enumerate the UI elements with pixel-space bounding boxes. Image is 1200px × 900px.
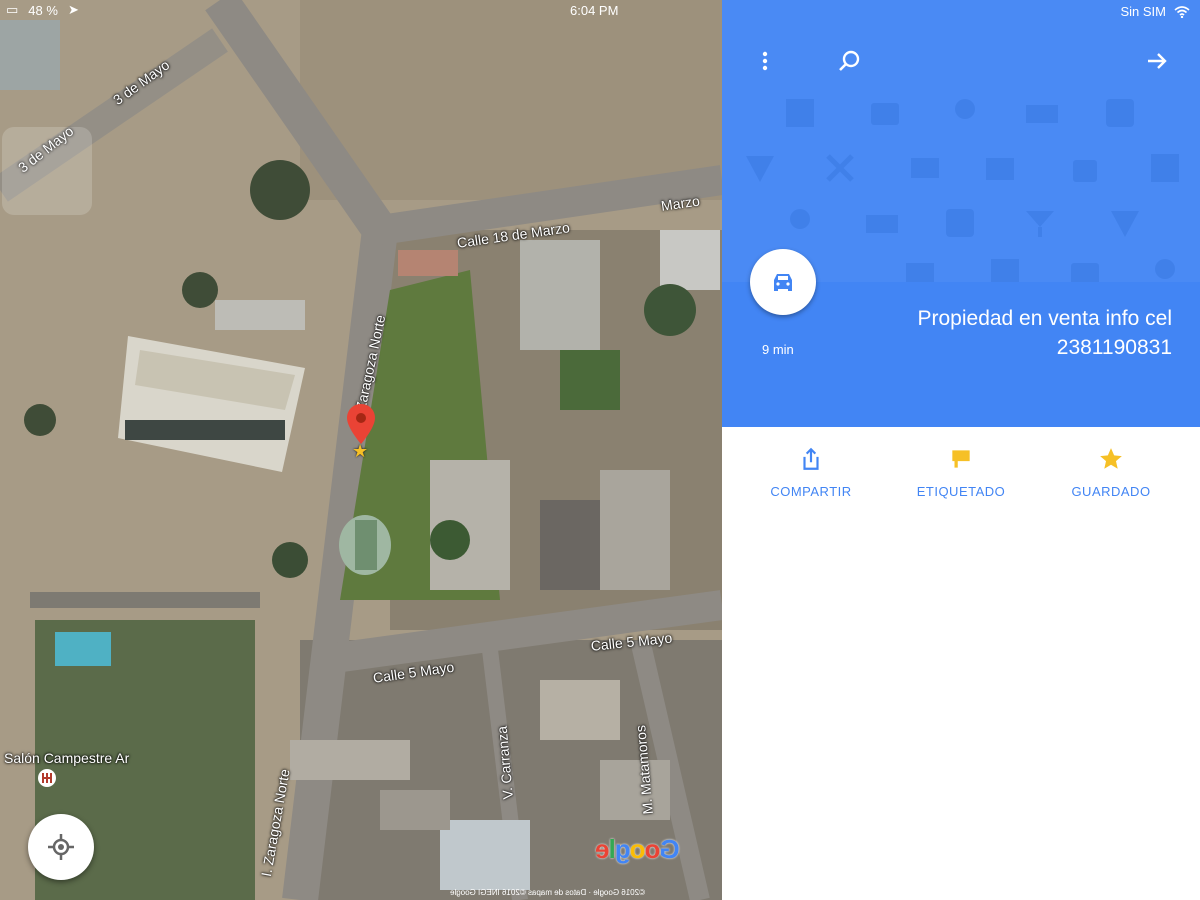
bar-icon <box>1026 211 1054 237</box>
saved-button[interactable]: GUARDADO <box>1056 446 1166 499</box>
cafe-icon <box>946 209 974 237</box>
directions-button[interactable] <box>750 249 816 315</box>
store-icon <box>986 158 1014 180</box>
more-options-button[interactable] <box>750 46 780 76</box>
film-icon <box>1151 154 1179 182</box>
car-icon <box>774 274 792 291</box>
more-vert-icon <box>762 51 768 71</box>
panel-header: Sin SIM <box>722 0 1200 282</box>
share-label: COMPARTIR <box>770 484 852 499</box>
poi-label[interactable]: Salón Campestre Ar <box>4 750 129 766</box>
carrier-label: Sin SIM <box>1120 4 1166 19</box>
camera-icon <box>871 103 899 125</box>
my-location-button[interactable] <box>28 814 94 880</box>
search-icon <box>839 50 860 71</box>
film-icon <box>786 99 814 127</box>
hotel-icon <box>866 215 898 233</box>
place-details-panel: Sin SIM 9 min Propiedad en venta info ce… <box>722 0 1200 900</box>
status-bar-left: ▭ 48 % ➤ <box>6 2 79 18</box>
place-info-band: 9 min Propiedad en venta info cel 238119… <box>722 249 1200 427</box>
share-button[interactable]: COMPARTIR <box>756 446 866 499</box>
map-attribution: ©2016 Google · Datos de mapas ©2016 INEG… <box>450 888 646 897</box>
google-logo: Google <box>596 834 680 864</box>
labeled-button[interactable]: ETIQUETADO <box>906 446 1016 499</box>
back-arrow-icon <box>1148 53 1167 69</box>
location-pin-icon[interactable] <box>347 404 375 444</box>
place-title: Propiedad en venta info cel 2381190831 <box>917 307 1172 359</box>
pizza-icon <box>1111 211 1139 237</box>
location-arrow-icon: ➤ <box>67 2 79 17</box>
place-icon <box>955 99 975 119</box>
cafe-icon <box>1106 99 1134 127</box>
restaurant-icon <box>826 154 854 182</box>
shopping-icon <box>1073 160 1097 182</box>
film-icon <box>991 259 1019 282</box>
battery-level: 48 % <box>28 2 58 18</box>
saved-star-marker-icon: ★ <box>352 441 369 461</box>
search-button[interactable] <box>834 46 864 76</box>
ticket-icon <box>911 158 939 178</box>
map-view[interactable]: ▭ 48 % ➤ 6:04 PM 3 de Mayo 3 de Mayo Cal… <box>0 0 722 900</box>
star-icon <box>1056 446 1166 474</box>
status-time: 6:04 PM <box>570 3 619 18</box>
compass-button[interactable] <box>2 127 92 215</box>
battery-icon: ▭ <box>6 2 19 17</box>
flag-icon <box>906 446 1016 474</box>
drive-time: 9 min <box>762 342 794 357</box>
hotel-icon <box>1026 105 1058 123</box>
locate-icon <box>48 834 74 860</box>
place-icon <box>1155 259 1175 279</box>
pizza-icon <box>746 156 774 182</box>
share-icon <box>756 446 866 474</box>
back-button[interactable] <box>1142 46 1172 76</box>
store-icon <box>906 263 934 282</box>
wifi-icon <box>1174 5 1190 18</box>
status-bar-right: Sin SIM <box>1120 4 1190 19</box>
place-icon <box>790 209 810 229</box>
saved-label: GUARDADO <box>1071 484 1151 499</box>
labeled-label: ETIQUETADO <box>916 484 1006 499</box>
restaurant-poi-icon[interactable] <box>37 768 57 788</box>
camera-icon <box>1071 263 1099 282</box>
